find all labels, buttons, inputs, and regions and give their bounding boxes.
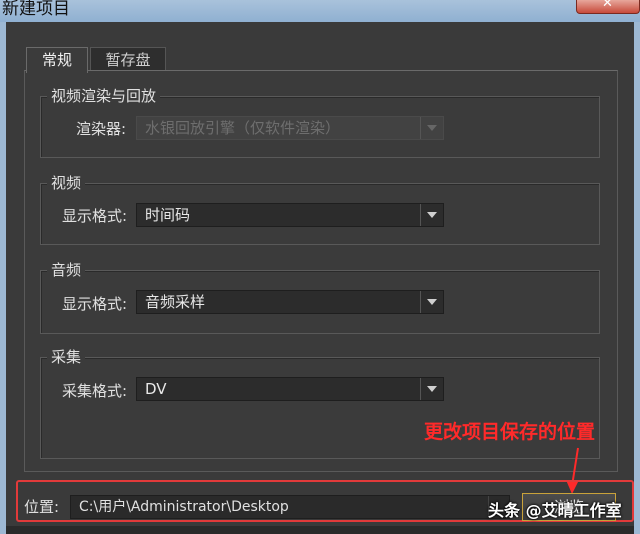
window-border-right bbox=[634, 22, 640, 534]
annotation-text: 更改项目保存的位置 bbox=[424, 421, 596, 443]
renderer-value: 水银回放引擎（仅软件渲染） bbox=[145, 119, 341, 137]
audio-format-label: 显示格式: bbox=[62, 295, 128, 313]
video-format-select[interactable]: 时间码 bbox=[136, 203, 444, 227]
chevron-down-icon[interactable] bbox=[420, 378, 443, 400]
capture-format-label: 采集格式: bbox=[62, 382, 128, 400]
location-label: 位置: bbox=[24, 498, 60, 516]
renderer-label: 渲染器: bbox=[76, 120, 127, 138]
close-icon: ✕ bbox=[602, 0, 613, 11]
video-format-label: 显示格式: bbox=[62, 207, 128, 225]
tab-scratch-disks[interactable]: 暂存盘 bbox=[90, 47, 166, 72]
group-title: 视频 bbox=[47, 172, 86, 193]
audio-format-value: 音频采样 bbox=[145, 293, 206, 311]
audio-format-select[interactable]: 音频采样 bbox=[136, 290, 444, 314]
tab-general[interactable]: 常规 bbox=[26, 47, 88, 73]
location-path-value: C:\用户\Administrator\Desktop bbox=[79, 499, 289, 515]
window-title: 新建项目 bbox=[2, 0, 70, 19]
location-path-field[interactable]: C:\用户\Administrator\Desktop bbox=[70, 495, 510, 519]
capture-format-select[interactable]: DV bbox=[136, 377, 444, 401]
window-border-left bbox=[0, 22, 6, 534]
window-titlebar: 新建项目 ✕ bbox=[0, 0, 640, 22]
group-title: 视频渲染与回放 bbox=[47, 85, 161, 106]
group-title: 音频 bbox=[47, 259, 86, 280]
chevron-down-icon[interactable] bbox=[420, 204, 443, 226]
capture-format-value: DV bbox=[145, 380, 167, 398]
video-format-value: 时间码 bbox=[145, 206, 191, 224]
chevron-down-icon[interactable] bbox=[420, 291, 443, 313]
group-title: 采集 bbox=[47, 346, 86, 367]
window-bottom-edge bbox=[6, 526, 634, 534]
renderer-select: 水银回放引擎（仅软件渲染） bbox=[136, 116, 444, 140]
close-button[interactable]: ✕ bbox=[576, 0, 640, 14]
chevron-down-icon bbox=[420, 117, 443, 139]
watermark: 头条 @艾晴工作室 bbox=[488, 501, 622, 520]
